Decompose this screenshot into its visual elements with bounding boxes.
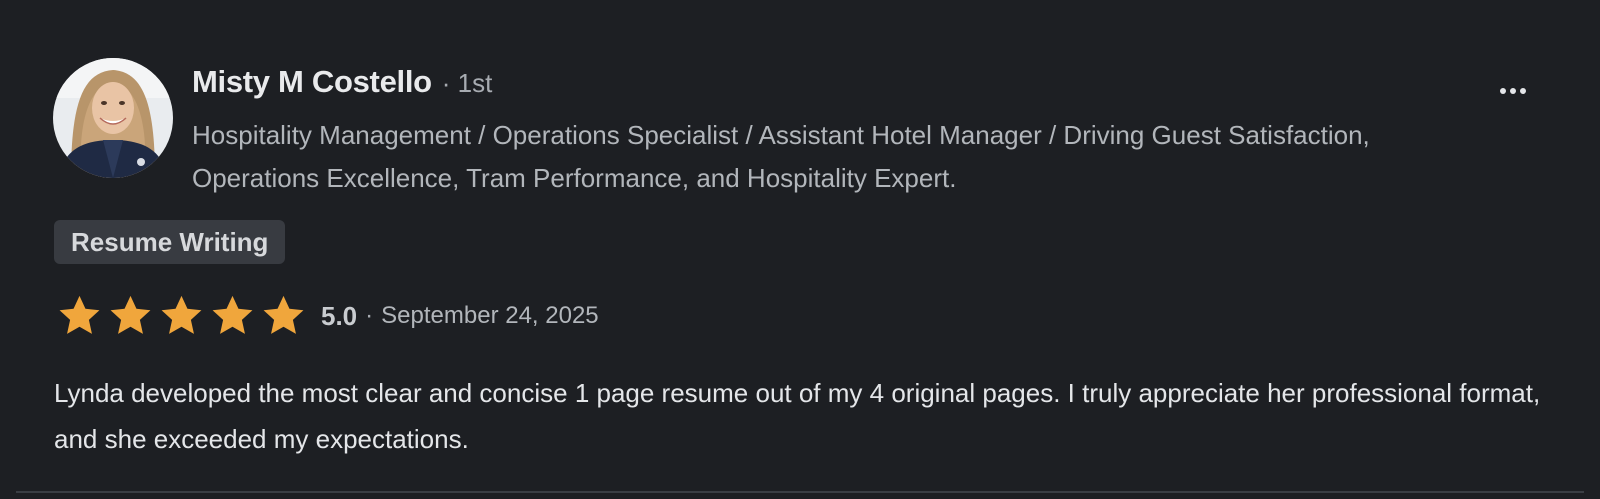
reviewer-avatar[interactable]	[53, 58, 173, 178]
star-rating	[56, 293, 311, 339]
rating-value: 5.0	[321, 300, 358, 331]
review-card: Misty M Costello · 1st Hospitality Manag…	[0, 0, 1600, 499]
star-icon	[212, 295, 253, 334]
reviewer-header: Misty M Costello · 1st	[192, 64, 492, 108]
star-icon	[110, 295, 151, 334]
avatar-photo	[53, 58, 173, 178]
star-icon	[59, 295, 100, 334]
rating-row: 5.0 · September 24, 2025	[56, 292, 599, 340]
service-tag: Resume Writing	[54, 220, 286, 264]
reviewer-headline: Hospitality Management / Operations Spec…	[192, 120, 1370, 193]
review-text: Lynda developed the most clear and conci…	[54, 378, 1541, 454]
star-icon	[161, 295, 202, 334]
reviewer-name[interactable]: Misty M Costello	[192, 64, 432, 100]
review-date: September 24, 2025	[381, 302, 599, 329]
ellipsis-icon	[1498, 88, 1528, 94]
star-icon	[263, 295, 304, 334]
connection-degree: · 1st	[441, 68, 493, 98]
divider	[16, 491, 1584, 493]
more-options-button[interactable]	[1490, 72, 1536, 110]
rating-separator: ·	[365, 302, 374, 329]
